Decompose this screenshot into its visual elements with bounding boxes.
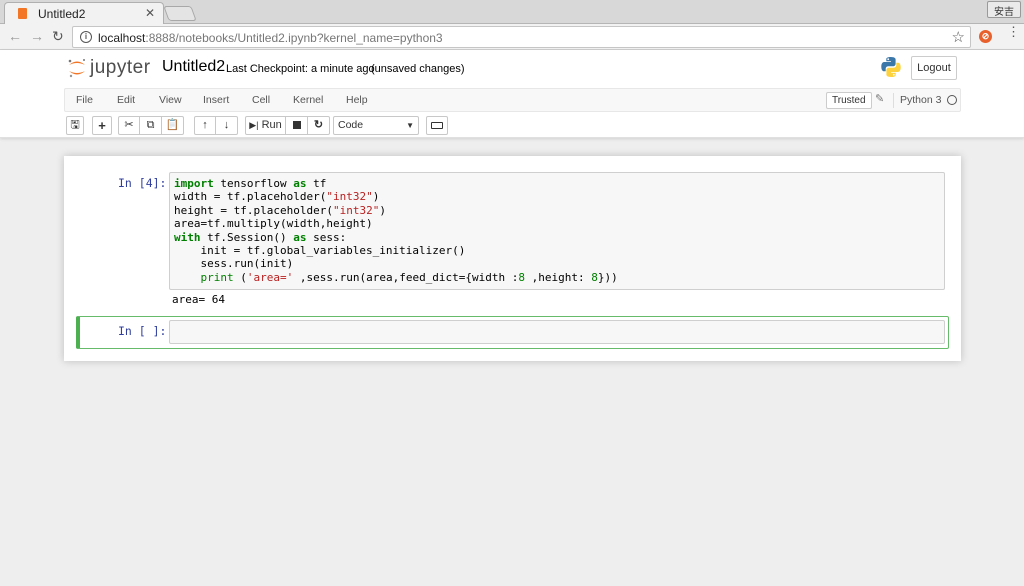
insert-cell-button[interactable]: + bbox=[92, 116, 112, 135]
notebook-container: In [4]: import tensorflow as tf width = … bbox=[64, 156, 961, 361]
tab-title: Untitled2 bbox=[38, 7, 86, 21]
interrupt-button[interactable] bbox=[286, 116, 308, 135]
url-host: localhost bbox=[98, 31, 146, 45]
menu-edit[interactable]: Edit bbox=[117, 94, 135, 106]
cell-type-select[interactable]: Code ▼ bbox=[333, 116, 419, 135]
menu-file[interactable]: File bbox=[76, 94, 93, 106]
kernel-name[interactable]: Python 3 bbox=[900, 94, 941, 106]
url-input[interactable]: i localhost:8888/notebooks/Untitled2.ipy… bbox=[72, 26, 971, 48]
step-forward-icon: ▶| bbox=[249, 120, 259, 130]
menu-insert[interactable]: Insert bbox=[203, 94, 229, 106]
code-content: import tensorflow as tf width = tf.place… bbox=[174, 177, 618, 284]
refresh-icon: ↻ bbox=[313, 119, 324, 131]
autosave-status: (unsaved changes) bbox=[371, 63, 465, 75]
copy-button[interactable]: ⧉ bbox=[140, 116, 162, 135]
cell-type-value: Code bbox=[338, 119, 364, 131]
reload-icon[interactable]: ↻ bbox=[52, 28, 64, 45]
jupyter-favicon-icon bbox=[18, 8, 27, 19]
menubar: File Edit View Insert Cell Kernel Help T… bbox=[64, 88, 961, 112]
logo-text: jupyter bbox=[90, 57, 151, 78]
jupyter-logo-icon bbox=[68, 59, 85, 78]
move-up-button[interactable]: ↑ bbox=[194, 116, 216, 135]
code-editor[interactable]: import tensorflow as tf width = tf.place… bbox=[169, 172, 945, 290]
forward-arrow-icon[interactable]: → bbox=[30, 28, 44, 44]
save-icon: 🖫 bbox=[70, 119, 80, 131]
notebook-toolbar: 🖫 + ✂ ⧉ 📋 ↑ ↓ ▶| Run ↻ Code ▼ bbox=[64, 116, 961, 138]
browser-tab-bar: Untitled2 ✕ 安吉 bbox=[0, 0, 1024, 25]
logout-button[interactable]: Logout bbox=[911, 56, 957, 80]
input-prompt: In [ ]: bbox=[118, 324, 167, 338]
divider bbox=[893, 93, 894, 108]
url-text: localhost:8888/notebooks/Untitled2.ipynb… bbox=[98, 31, 443, 45]
notebook-name[interactable]: Untitled2 bbox=[162, 58, 225, 76]
checkpoint-status: Last Checkpoint: a minute ago bbox=[226, 63, 375, 75]
menu-kernel[interactable]: Kernel bbox=[293, 94, 323, 106]
extension-icon[interactable]: ⊘ bbox=[979, 30, 992, 43]
scissors-icon: ✂ bbox=[124, 119, 134, 131]
trusted-badge[interactable]: Trusted bbox=[826, 92, 872, 109]
cell-output: area= 64 bbox=[172, 293, 225, 306]
arrow-down-icon: ↓ bbox=[223, 119, 230, 131]
arrow-up-icon: ↑ bbox=[202, 119, 208, 131]
browser-tab[interactable]: Untitled2 ✕ bbox=[4, 2, 164, 25]
input-prompt: In [4]: bbox=[118, 176, 167, 190]
copy-icon: ⧉ bbox=[146, 119, 155, 131]
selected-cell[interactable]: In [ ]: bbox=[76, 316, 949, 349]
plus-icon: + bbox=[98, 118, 106, 133]
jupyter-header: jupyter Untitled2 Last Checkpoint: a min… bbox=[0, 50, 1024, 138]
run-label: Run bbox=[261, 119, 282, 131]
new-tab-button[interactable] bbox=[163, 6, 197, 21]
keyboard-icon bbox=[431, 121, 443, 129]
move-down-button[interactable]: ↓ bbox=[216, 116, 238, 135]
bookmark-star-icon[interactable]: ☆ bbox=[952, 28, 965, 46]
paste-button[interactable]: 📋 bbox=[162, 116, 184, 135]
cut-button[interactable]: ✂ bbox=[118, 116, 140, 135]
tab-close-icon[interactable]: ✕ bbox=[145, 6, 155, 20]
menu-view[interactable]: View bbox=[159, 94, 182, 106]
stop-icon bbox=[292, 121, 301, 130]
code-editor[interactable] bbox=[169, 320, 945, 344]
run-button[interactable]: ▶| Run bbox=[245, 116, 286, 135]
info-icon[interactable]: i bbox=[80, 31, 92, 43]
menu-cell[interactable]: Cell bbox=[252, 94, 270, 106]
save-button[interactable]: 🖫 bbox=[66, 116, 84, 135]
restart-button[interactable]: ↻ bbox=[308, 116, 330, 135]
back-arrow-icon[interactable]: ← bbox=[8, 28, 22, 44]
pencil-icon[interactable]: ✎ bbox=[875, 92, 884, 105]
jupyter-logo[interactable]: jupyter bbox=[66, 57, 156, 81]
browser-menu-icon[interactable]: ⋮ bbox=[1007, 25, 1020, 38]
paste-icon: 📋 bbox=[165, 119, 180, 131]
chevron-down-icon: ▼ bbox=[406, 121, 414, 130]
address-bar: ← → ↻ i localhost:8888/notebooks/Untitle… bbox=[0, 24, 1024, 50]
profile-button[interactable]: 安吉 bbox=[987, 1, 1021, 18]
url-path: :8888/notebooks/Untitled2.ipynb?kernel_n… bbox=[145, 31, 443, 45]
menu-help[interactable]: Help bbox=[346, 94, 368, 106]
kernel-idle-indicator-icon bbox=[947, 95, 957, 105]
command-palette-button[interactable] bbox=[426, 116, 448, 135]
python-logo-icon bbox=[881, 57, 901, 77]
